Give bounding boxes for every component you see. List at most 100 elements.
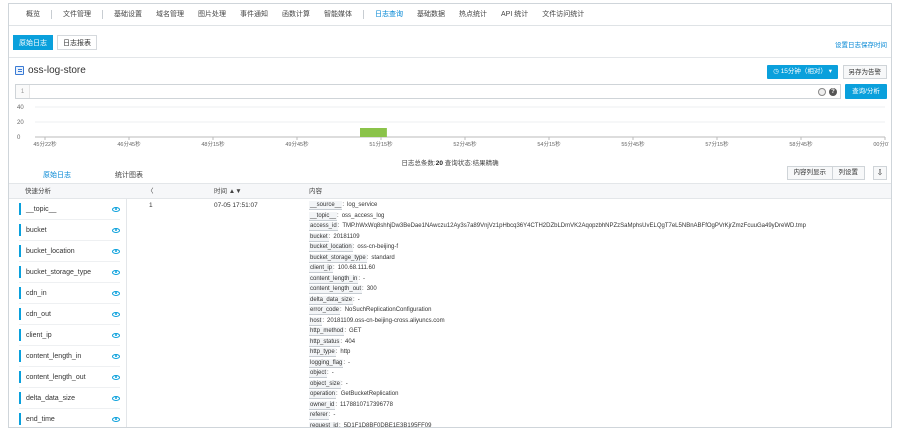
set-retention-link[interactable]: 设置日志保存时间 bbox=[835, 39, 887, 49]
query-input[interactable] bbox=[30, 85, 818, 98]
field-marker bbox=[19, 287, 21, 299]
log-field-value[interactable]: 300 bbox=[367, 286, 377, 292]
log-field-key[interactable]: __topic__ bbox=[309, 211, 338, 221]
nav-item[interactable]: 基础设置 bbox=[107, 4, 149, 26]
log-field-value[interactable]: log_service bbox=[347, 202, 377, 208]
eye-icon[interactable] bbox=[112, 416, 120, 422]
time-range-button[interactable]: ◷ 15分钟（相对） ▾ bbox=[767, 65, 838, 79]
log-field-value[interactable]: http bbox=[340, 349, 350, 355]
nav-item[interactable]: 概览 bbox=[19, 4, 47, 26]
log-field-key[interactable]: host bbox=[309, 316, 323, 326]
log-field-value[interactable]: GET bbox=[349, 328, 361, 334]
log-field-key[interactable]: operation bbox=[309, 390, 337, 399]
log-field-value[interactable]: 1178810717396778 bbox=[340, 402, 393, 408]
chevron-down-icon: ▾ bbox=[826, 68, 832, 75]
log-query-panel: 概览 文件管理 基础设置 域名管理 图片处理 事件通知 函数计算 智能媒体 日志查询 基础数据 热点… bbox=[8, 3, 892, 428]
log-field-colon: : bbox=[336, 391, 338, 397]
log-field-key[interactable]: http_status bbox=[309, 337, 341, 347]
eye-icon[interactable] bbox=[112, 227, 120, 233]
log-field-key[interactable]: access_id bbox=[309, 222, 338, 231]
tab-log-reports[interactable]: 日志报表 bbox=[57, 35, 97, 50]
nav-item[interactable]: 文件访问统计 bbox=[535, 4, 591, 26]
eye-icon[interactable] bbox=[112, 332, 120, 338]
log-field-value[interactable]: - bbox=[346, 381, 348, 387]
time-range-label: 15分钟（相对） bbox=[780, 68, 827, 75]
log-field-key[interactable]: logging_flag bbox=[309, 358, 344, 368]
log-field-value[interactable]: 20181109.oss-cn-beijing-cross.aliyuncs.c… bbox=[327, 318, 445, 324]
eye-icon[interactable] bbox=[112, 290, 120, 296]
field-item[interactable]: cdn_out bbox=[19, 304, 120, 325]
log-field-value[interactable]: - bbox=[363, 276, 365, 282]
field-item[interactable]: content_length_out bbox=[19, 367, 120, 388]
nav-item[interactable]: API 统计 bbox=[494, 4, 535, 26]
log-field-value[interactable]: oss_access_log bbox=[342, 213, 385, 219]
log-field-key[interactable]: owner_id bbox=[309, 400, 336, 410]
log-field-key[interactable]: __source__ bbox=[309, 201, 343, 210]
log-field-key[interactable]: client_ip bbox=[309, 264, 334, 273]
log-field-key[interactable]: error_code bbox=[309, 306, 341, 315]
content-wrap-button[interactable]: 内容列显示 bbox=[786, 166, 833, 180]
eye-icon[interactable] bbox=[112, 353, 120, 359]
log-field-key[interactable]: object_size bbox=[309, 379, 342, 389]
field-item[interactable]: bucket bbox=[19, 220, 120, 241]
eye-icon[interactable] bbox=[112, 374, 120, 380]
log-field-line: object: - bbox=[309, 368, 889, 379]
log-field-value[interactable]: 404 bbox=[345, 339, 355, 345]
field-item[interactable]: end_time bbox=[19, 409, 120, 427]
eye-icon[interactable] bbox=[112, 269, 120, 275]
log-field-value[interactable]: oss-cn-beijing-f bbox=[357, 244, 398, 250]
nav-item[interactable]: 日志查询 bbox=[368, 4, 410, 26]
log-field-value[interactable]: GetBucketReplication bbox=[341, 391, 399, 397]
log-field-key[interactable]: object bbox=[309, 369, 328, 378]
log-field-value[interactable]: - bbox=[348, 360, 350, 366]
log-field-value[interactable]: 20181109 bbox=[333, 234, 359, 240]
log-field-key[interactable]: referer bbox=[309, 411, 329, 420]
nav-item[interactable]: 域名管理 bbox=[149, 4, 191, 26]
field-item[interactable]: client_ip bbox=[19, 325, 120, 346]
log-field-value[interactable]: TMP.hWxWq8shhjDw3BeDae1NAwczu12Ay3s7a89V… bbox=[342, 223, 806, 229]
log-field-value[interactable]: - bbox=[358, 297, 360, 303]
help-icon[interactable]: ? bbox=[829, 87, 837, 96]
log-field-value[interactable]: 100.68.111.60 bbox=[338, 265, 375, 271]
log-field-key[interactable]: http_type bbox=[309, 348, 336, 357]
nav-item[interactable]: 函数计算 bbox=[275, 4, 317, 26]
eye-icon[interactable] bbox=[112, 311, 120, 317]
nav-item[interactable]: 文件管理 bbox=[56, 4, 98, 26]
log-field-line: referer: - bbox=[309, 410, 889, 421]
log-field-value[interactable]: standard bbox=[371, 255, 394, 261]
field-item[interactable]: bucket_location bbox=[19, 241, 120, 262]
collapse-icon[interactable]: 〈 bbox=[147, 184, 154, 199]
log-field-key[interactable]: content_length_in bbox=[309, 274, 359, 284]
nav-item[interactable]: 热点统计 bbox=[452, 4, 494, 26]
log-field-value[interactable]: NoSuchReplicationConfiguration bbox=[345, 307, 432, 313]
log-field-key[interactable]: bucket bbox=[309, 232, 329, 242]
nav-item[interactable]: 智能媒体 bbox=[317, 4, 359, 26]
log-field-value[interactable]: - bbox=[332, 370, 334, 376]
field-item[interactable]: content_length_in bbox=[19, 346, 120, 367]
log-field-key[interactable]: http_method bbox=[309, 327, 345, 336]
tab-raw-logs[interactable]: 原始日志 bbox=[13, 35, 53, 50]
eye-icon[interactable] bbox=[112, 395, 120, 401]
search-analyze-button[interactable]: 查询/分析 bbox=[845, 84, 887, 99]
log-field-key[interactable]: delta_data_size bbox=[309, 295, 354, 305]
eye-icon[interactable] bbox=[112, 248, 120, 254]
nav-item[interactable]: 图片处理 bbox=[191, 4, 233, 26]
field-item[interactable]: delta_data_size bbox=[19, 388, 120, 409]
log-field-value[interactable]: - bbox=[333, 412, 335, 418]
nav-item[interactable]: 基础数据 bbox=[410, 4, 452, 26]
log-field-key[interactable]: bucket_location bbox=[309, 243, 353, 252]
log-field-value[interactable]: 5D1F1D8BF0DBE1E3B195FF09 bbox=[344, 423, 432, 428]
time-column-header[interactable]: 时间 ▲▼ bbox=[214, 184, 242, 199]
nav-item[interactable]: 事件通知 bbox=[233, 4, 275, 26]
field-item[interactable]: __topic__ bbox=[19, 199, 120, 220]
column-settings-button[interactable]: 列设置 bbox=[831, 166, 865, 180]
log-field-key[interactable]: request_id bbox=[309, 421, 340, 427]
clear-icon[interactable] bbox=[818, 87, 826, 96]
download-icon[interactable]: ⇩ bbox=[873, 166, 887, 180]
field-item[interactable]: cdn_in bbox=[19, 283, 120, 304]
save-as-alert-button[interactable]: 另存为告警 bbox=[842, 65, 887, 79]
eye-icon[interactable] bbox=[112, 206, 120, 212]
log-field-key[interactable]: content_length_out bbox=[309, 285, 363, 294]
log-field-key[interactable]: bucket_storage_type bbox=[309, 253, 367, 263]
field-item[interactable]: bucket_storage_type bbox=[19, 262, 120, 283]
